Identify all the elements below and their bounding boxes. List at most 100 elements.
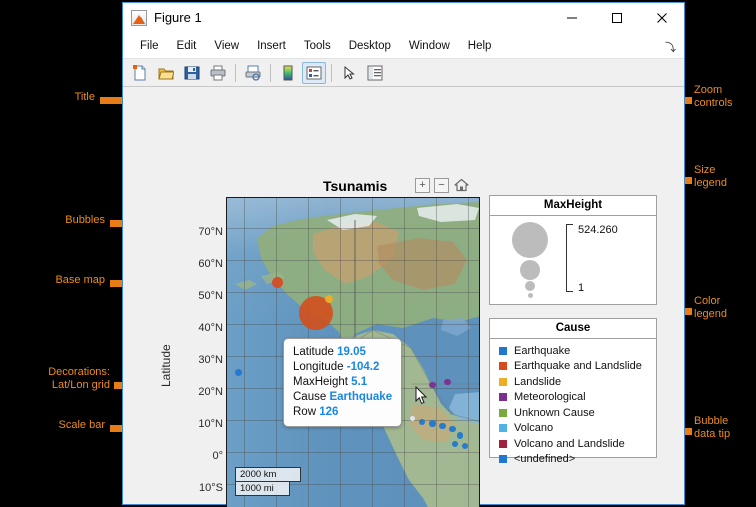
color-legend-swatch: [499, 455, 507, 463]
window-title: Figure 1: [154, 10, 549, 25]
zoom-controls: + −: [415, 177, 470, 193]
ytick-20N: 20°N: [198, 386, 223, 398]
legend-icon[interactable]: [302, 62, 326, 84]
map-bubble[interactable]: [429, 420, 435, 426]
map-bubble[interactable]: [235, 369, 242, 376]
close-button[interactable]: [639, 3, 684, 33]
map-bubble[interactable]: [439, 423, 445, 429]
map-bubble[interactable]: [444, 379, 450, 385]
datatip-key: Latitude: [293, 346, 334, 358]
datatip-value: 5.1: [351, 376, 367, 388]
annotation-title: Title: [10, 91, 95, 104]
bubble-data-tip[interactable]: Latitude 19.05 Longitude -104.2 MaxHeigh…: [283, 338, 402, 427]
annotation-decorations: Decorations: Lat/Lon grid: [2, 366, 110, 392]
grid-line-horizontal: [227, 292, 479, 293]
tool-bar: [123, 59, 684, 87]
pointer-icon[interactable]: [337, 62, 361, 84]
new-figure-icon[interactable]: [128, 62, 152, 84]
datatip-value: Earthquake: [329, 391, 392, 403]
print-figure-icon[interactable]: [206, 62, 230, 84]
map-bubble[interactable]: [429, 382, 435, 388]
ytick-10S: 10°S: [199, 482, 223, 494]
zoom-in-button[interactable]: +: [415, 178, 430, 193]
toolbar-separator-2: [270, 64, 271, 82]
annotation-size-legend: Size legend: [694, 164, 756, 190]
restore-view-button[interactable]: [453, 177, 470, 193]
grid-line-vertical: [404, 198, 405, 507]
datatip-row: Longitude -104.2: [293, 360, 392, 375]
figure-window: Figure 1 File Edit View Insert Tools Des…: [122, 2, 685, 505]
ytick-70N: 70°N: [198, 226, 223, 238]
color-legend-item[interactable]: Meteorological: [490, 390, 656, 406]
annotation-base-map: Base map: [10, 274, 105, 287]
map-plot-area[interactable]: Latitude 19.05 Longitude -104.2 MaxHeigh…: [226, 197, 480, 507]
color-legend-item[interactable]: Unknown Cause: [490, 405, 656, 421]
ytick-30N: 30°N: [198, 354, 223, 366]
color-legend-swatch: [499, 378, 507, 386]
color-legend-item[interactable]: Earthquake: [490, 343, 656, 359]
map-bubble[interactable]: [325, 295, 333, 303]
datatip-key: MaxHeight: [293, 376, 348, 388]
menu-insert[interactable]: Insert: [248, 40, 295, 52]
color-legend-item[interactable]: Volcano and Landslide: [490, 436, 656, 452]
color-legend-label: Volcano: [514, 422, 553, 434]
datatip-key: Longitude: [293, 361, 344, 373]
color-legend-items: EarthquakeEarthquake and Landslide Landsl…: [490, 339, 656, 467]
maximize-button[interactable]: [594, 3, 639, 33]
map-bubble[interactable]: [457, 432, 463, 438]
color-legend-label: Meteorological: [514, 391, 586, 403]
ytick-60N: 60°N: [198, 258, 223, 270]
color-legend-label: <undefined>: [514, 453, 575, 465]
open-file-icon[interactable]: [154, 62, 178, 84]
size-legend-title: MaxHeight: [490, 196, 656, 216]
map-bubble[interactable]: [449, 426, 455, 432]
colorbar-icon[interactable]: [276, 62, 300, 84]
menu-desktop[interactable]: Desktop: [340, 40, 400, 52]
datatip-row: Row 126: [293, 405, 392, 420]
matlab-figure-icon: [131, 10, 147, 26]
menu-edit[interactable]: Edit: [168, 40, 206, 52]
size-legend-bubble: [528, 293, 533, 298]
color-legend-label: Earthquake and Landslide: [514, 360, 642, 372]
datatip-value: -104.2: [347, 361, 380, 373]
size-legend-max-label: 524.260: [578, 224, 618, 236]
ytick-50N: 50°N: [198, 290, 223, 302]
save-figure-icon[interactable]: [180, 62, 204, 84]
property-inspector-icon[interactable]: [363, 62, 387, 84]
menu-file[interactable]: File: [131, 40, 168, 52]
minimize-button[interactable]: [549, 3, 594, 33]
mouse-cursor-icon: [415, 386, 428, 405]
menu-help[interactable]: Help: [459, 40, 501, 52]
grid-line-horizontal: [227, 452, 479, 453]
menu-tools[interactable]: Tools: [295, 40, 340, 52]
color-legend-item[interactable]: Landslide: [490, 374, 656, 390]
menu-bar: File Edit View Insert Tools Desktop Wind…: [123, 33, 684, 59]
color-legend-label: Landslide: [514, 376, 561, 388]
grid-line-horizontal: [227, 260, 479, 261]
menu-overflow-icon[interactable]: ⤵: [665, 39, 676, 55]
screenshot-root: Title Bubbles Base map Decorations: Lat/…: [0, 0, 756, 507]
menu-view[interactable]: View: [205, 40, 248, 52]
color-legend-label: Volcano and Landslide: [514, 438, 625, 450]
color-legend-title: Cause: [490, 319, 656, 339]
color-legend: Cause EarthquakeEarthquake and Landslide…: [489, 318, 657, 458]
size-legend-bubble: [525, 281, 535, 291]
toolbar-separator-3: [331, 64, 332, 82]
grid-line-vertical: [244, 198, 245, 507]
scale-bar-km: 2000 km: [235, 467, 301, 482]
annotation-color-legend: Color legend: [694, 295, 756, 321]
size-legend-bubble: [520, 260, 540, 280]
annotation-bubbles: Bubbles: [10, 214, 105, 227]
grid-line-horizontal: [227, 324, 479, 325]
menu-window[interactable]: Window: [400, 40, 459, 52]
color-legend-item[interactable]: Earthquake and Landslide: [490, 359, 656, 375]
print-preview-icon[interactable]: [241, 62, 265, 84]
color-legend-item[interactable]: <undefined>: [490, 452, 656, 468]
color-legend-item[interactable]: Volcano: [490, 421, 656, 437]
size-legend-bubble: [512, 222, 548, 258]
zoom-out-button[interactable]: −: [434, 178, 449, 193]
color-legend-swatch: [499, 362, 507, 370]
color-legend-swatch: [499, 393, 507, 401]
scale-bar-mi: 1000 mi: [235, 482, 290, 496]
ytick-40N: 40°N: [198, 322, 223, 334]
